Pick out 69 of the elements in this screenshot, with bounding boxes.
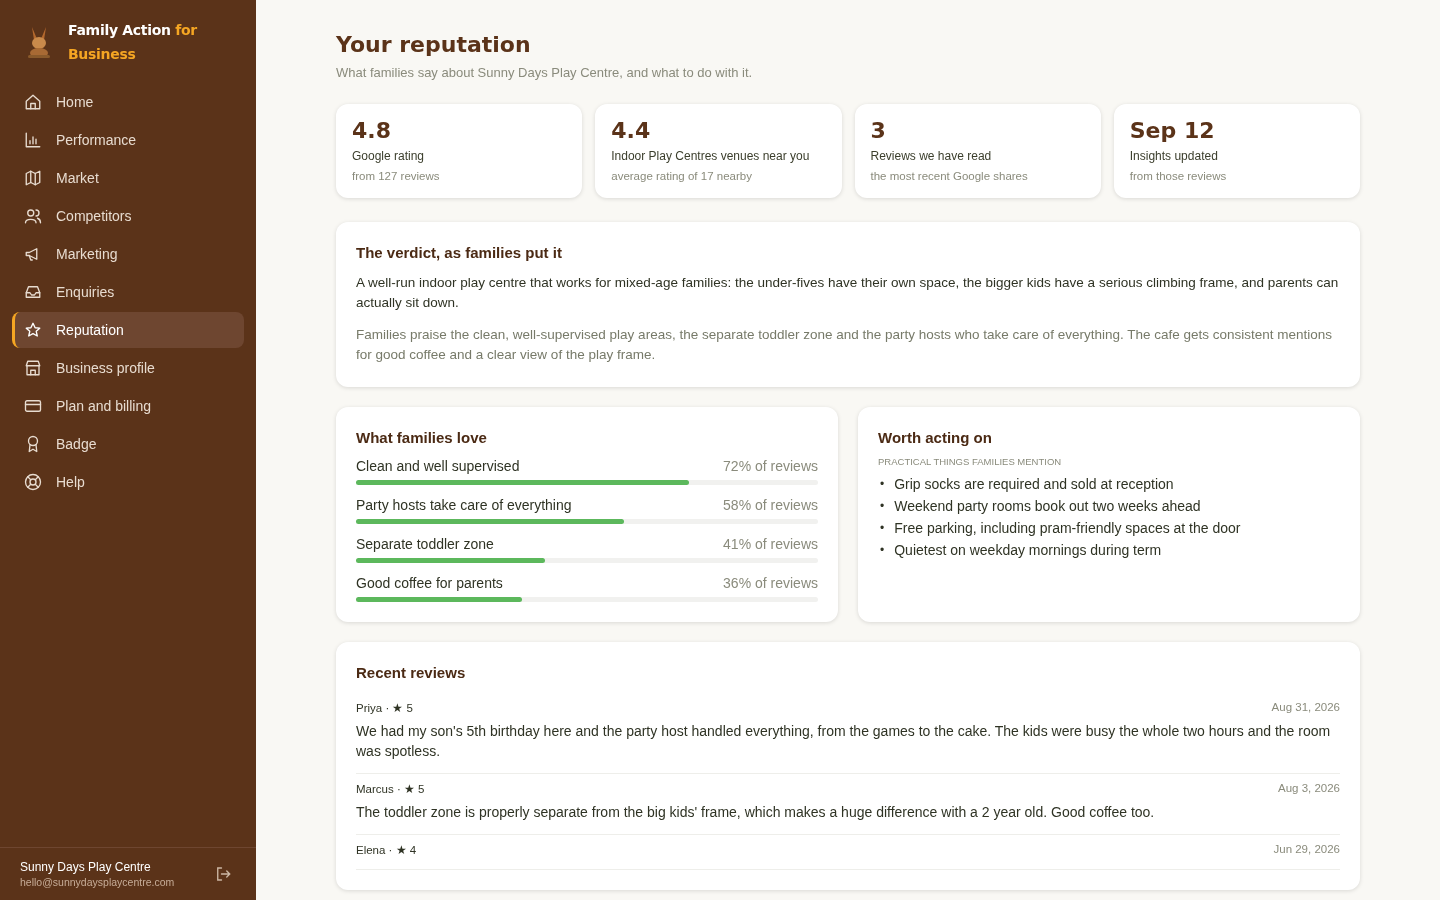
account-name: Sunny Days Play Centre [20, 860, 152, 874]
nav-item[interactable]: Competitors [12, 198, 244, 234]
review-text: The toddler zone is properly separate from the big kids' frame, which makes a huge difference with a 2 year old. Good coffee too. [356, 803, 1156, 822]
review-date: Aug 31, 2026 [1271, 701, 1340, 715]
stat-note: the most recent Google shares [870, 170, 1029, 182]
card-title: The verdict, as families put it [356, 244, 563, 261]
bullet: • [880, 498, 885, 515]
star-icon [24, 321, 42, 339]
tip-item: Weekend party rooms book out two weeks ahead [894, 497, 1201, 516]
theme-label: Good coffee for parents [356, 575, 503, 591]
stat-value: 4.4 [611, 118, 652, 143]
people-icon [24, 207, 42, 225]
bullet: • [880, 542, 885, 559]
stat-label: Google rating [352, 149, 426, 163]
theme-label: Clean and well supervised [356, 458, 520, 474]
theme-share: 58% of reviews [723, 497, 818, 513]
storefront-icon [24, 359, 42, 377]
tip-item: Free parking, including pram-friendly spaces at the door [894, 519, 1241, 538]
nav-item[interactable]: Home [12, 84, 244, 120]
card-title: Recent reviews [356, 664, 467, 681]
section-caption: PRACTICAL THINGS FAMILIES MENTION [878, 456, 1063, 467]
house-icon [24, 93, 42, 111]
brand-name: Family Action for Business [68, 21, 198, 64]
review-text: We had my son's 5th birthday here and the party host handled everything, from the games to the cake. The kids were busy the whole two hours and the room was spotless. [356, 722, 1332, 761]
stat-label: Reviews we have read [870, 149, 993, 163]
theme-label: Separate toddler zone [356, 536, 494, 552]
stat-label: Indoor Play Centres venues near you [611, 149, 811, 163]
nav-item[interactable]: Market [12, 160, 244, 196]
theme-share: 72% of reviews [723, 458, 818, 474]
theme-share: 41% of reviews [723, 536, 818, 552]
nav-item[interactable]: Plan and billing [12, 388, 244, 424]
review-author: Priya · ★ 5 [356, 701, 413, 715]
account-email: hello@sunnydaysplaycentre.com [20, 876, 175, 888]
card-title: What families love [356, 429, 488, 446]
stat-value: Sep 12 [1129, 118, 1216, 143]
logout-icon[interactable] [214, 865, 232, 883]
nav-item[interactable]: Enquiries [12, 274, 244, 310]
map-icon [24, 169, 42, 187]
lifebuoy-icon [24, 473, 42, 491]
nav-item[interactable]: Reputation [12, 312, 244, 348]
tray-icon [24, 283, 42, 301]
stat-value: 4.8 [352, 118, 392, 143]
review-date: Aug 3, 2026 [1277, 782, 1340, 796]
bullet: • [880, 476, 885, 493]
nav-item[interactable]: Help [12, 464, 244, 500]
page-subtitle: What families say about Sunny Days Play Centre, and what to do with it. [336, 65, 754, 80]
nav-item[interactable]: Performance [12, 122, 244, 158]
nav-item[interactable]: Badge [12, 426, 244, 462]
stat-note: average rating of 17 nearby [611, 170, 753, 182]
stat-note: from those reviews [1129, 170, 1228, 182]
nav-item[interactable]: Marketing [12, 236, 244, 272]
theme-share: 36% of reviews [723, 575, 818, 591]
bullet: • [880, 520, 885, 537]
page-title: Your reputation [336, 32, 532, 57]
stat-value: 3 [870, 118, 887, 143]
review-author: Elena · ★ 4 [356, 843, 417, 857]
tip-item: Quietest on weekday mornings during term [894, 541, 1162, 560]
tip-item: Grip socks are required and sold at reception [894, 475, 1174, 494]
theme-label: Party hosts take care of everything [356, 497, 572, 513]
review-date: Jun 29, 2026 [1273, 843, 1340, 857]
verdict-detail: Families praise the clean, well-supervised play areas, the separate toddler zone and the party hosts who take care of everything. The cafe gets consistent mentions for good coffee and a clear view of the play frame. [356, 326, 1334, 364]
stat-label: Insights updated [1129, 149, 1219, 163]
review-author: Marcus · ★ 5 [356, 782, 425, 796]
verdict-summary: A well-run indoor play centre that works for mixed-age families: the under-fives have their own space, the bigger kids have a serious climbing frame, and parents can actually sit down. [356, 274, 1340, 312]
card-title: Worth acting on [878, 429, 993, 446]
bar-chart-icon [24, 131, 42, 149]
nav-item[interactable]: Business profile [12, 350, 244, 386]
stat-note: from 127 reviews [352, 170, 441, 182]
credit-card-icon [24, 397, 42, 415]
